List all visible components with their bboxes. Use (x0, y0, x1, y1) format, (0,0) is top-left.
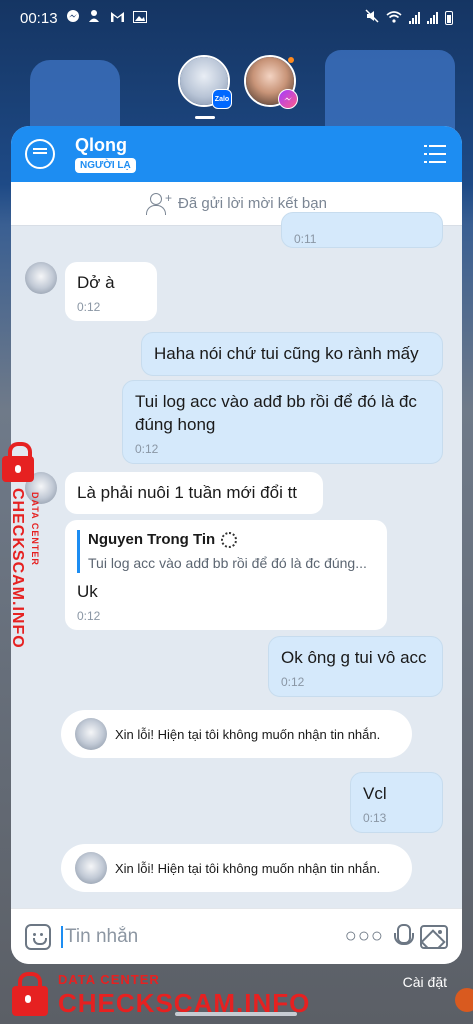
chat-head-zalo[interactable]: Zalo (178, 55, 232, 109)
status-time: 00:13 (20, 9, 58, 27)
lock-icon (12, 972, 48, 1016)
message-time: 0:12 (281, 674, 305, 689)
message-bubble-out[interactable]: Ok ông g tui vô acc 0:12 (268, 636, 443, 698)
message-bubble-in[interactable]: Dở à 0:12 (65, 262, 157, 322)
watermark-small-text: DATA CENTER (30, 492, 40, 566)
signal-icon (409, 12, 420, 24)
message-text: Ok ông g tui vô acc (281, 648, 427, 667)
message-bubble-in[interactable]: Là phải nuôi 1 tuần mới đổi tt (65, 472, 323, 514)
active-head-indicator (195, 116, 215, 119)
chat-window: Qlong NGƯỜI LẠ + Đã gửi lời mời kết bạn … (11, 126, 462, 964)
unread-dot-icon (288, 57, 294, 63)
gmail-notification-icon (110, 10, 125, 27)
auto-reply-message[interactable]: Xin lỗi! Hiện tại tôi không muốn nhận ti… (61, 844, 412, 892)
home-gesture-bar[interactable] (175, 1012, 297, 1016)
message-text: Vcl (363, 784, 387, 803)
floating-bubble-icon[interactable] (455, 988, 473, 1012)
status-bar: 00:13 (0, 0, 473, 36)
message-text: Là phải nuôi 1 tuần mới đổi tt (77, 483, 298, 502)
message-text: Haha nói chứ tui cũng ko rành mấy (154, 344, 419, 363)
battery-icon (445, 11, 453, 25)
auto-reply-text: Xin lỗi! Hiện tại tôi không muốn nhận ti… (115, 860, 381, 876)
add-friend-icon: + (146, 191, 172, 215)
more-options-icon[interactable]: ○○○ (345, 925, 384, 948)
message-bubble-out[interactable]: Haha nói chứ tui cũng ko rành mấy (141, 332, 443, 376)
emoji-icon[interactable] (25, 923, 51, 950)
message-list[interactable]: 0:11 Dở à 0:12 Haha nói chứ tui cũng ko … (11, 212, 462, 908)
wifi-icon (386, 10, 402, 27)
chat-heads: Zalo (178, 55, 298, 109)
loading-circle-icon (221, 532, 238, 549)
message-text: Dở à (77, 273, 115, 292)
avatar[interactable] (25, 262, 57, 294)
zalo-app-icon: Zalo (212, 89, 232, 109)
signal-2-icon (427, 12, 438, 24)
auto-reply-text: Xin lỗi! Hiện tại tôi không muốn nhận ti… (115, 726, 381, 742)
watermark-big-text: CHECKSCAM.INFO (9, 488, 26, 649)
friend-request-status: Đã gửi lời mời kết bạn (178, 195, 327, 212)
settings-link[interactable]: Cài đặt (403, 974, 447, 990)
messenger-app-icon (278, 89, 298, 109)
quote-text: Tui log acc vào adđ bb rồi để đó là đc đ… (88, 555, 367, 572)
message-time: 0:12 (77, 299, 101, 314)
message-text: Uk (77, 582, 98, 602)
microphone-icon[interactable] (394, 923, 414, 950)
message-bubble-out[interactable]: 0:11 (281, 212, 443, 248)
stranger-badge: NGƯỜI LẠ (75, 158, 136, 173)
image-icon[interactable] (420, 924, 448, 949)
watermark-small-text: DATA CENTER (58, 972, 160, 987)
quote-author: Nguyen Trong Tin (88, 531, 216, 548)
auto-reply-message[interactable]: Xin lỗi! Hiện tại tôi không muốn nhận ti… (61, 710, 412, 758)
gallery-notification-icon (132, 10, 147, 27)
lock-icon (2, 442, 34, 482)
message-bubble-out[interactable]: Tui log acc vào adđ bb rồi để đó là đc đ… (122, 380, 443, 465)
mute-icon (365, 9, 379, 27)
message-time: 0:12 (77, 609, 101, 624)
avatar (75, 718, 107, 750)
message-time: 0:11 (294, 232, 317, 246)
message-time: 0:13 (363, 810, 387, 825)
chat-head-messenger[interactable] (244, 55, 298, 109)
contact-name[interactable]: Qlong (75, 135, 136, 156)
message-input-bar: ○○○ (11, 908, 462, 964)
chat-header: Qlong NGƯỜI LẠ (11, 126, 462, 182)
menu-icon[interactable] (424, 145, 446, 163)
message-text: Tui log acc vào adđ bb rồi để đó là đc đ… (135, 392, 417, 434)
messenger-notification-icon (66, 9, 80, 27)
reply-quote[interactable]: Nguyen Trong Tin Tui log acc vào adđ bb … (77, 530, 375, 574)
message-bubble-in-reply[interactable]: Nguyen Trong Tin Tui log acc vào adđ bb … (65, 520, 387, 631)
avatar (75, 852, 107, 884)
message-input[interactable] (61, 925, 335, 948)
chat-bubble-icon[interactable] (25, 139, 55, 169)
message-time: 0:12 (135, 441, 159, 456)
contact-notification-icon (88, 9, 102, 27)
message-bubble-out[interactable]: Vcl 0:13 (350, 772, 443, 834)
watermark-vertical: CHECKSCAM.INFO DATA CENTER (2, 440, 52, 660)
